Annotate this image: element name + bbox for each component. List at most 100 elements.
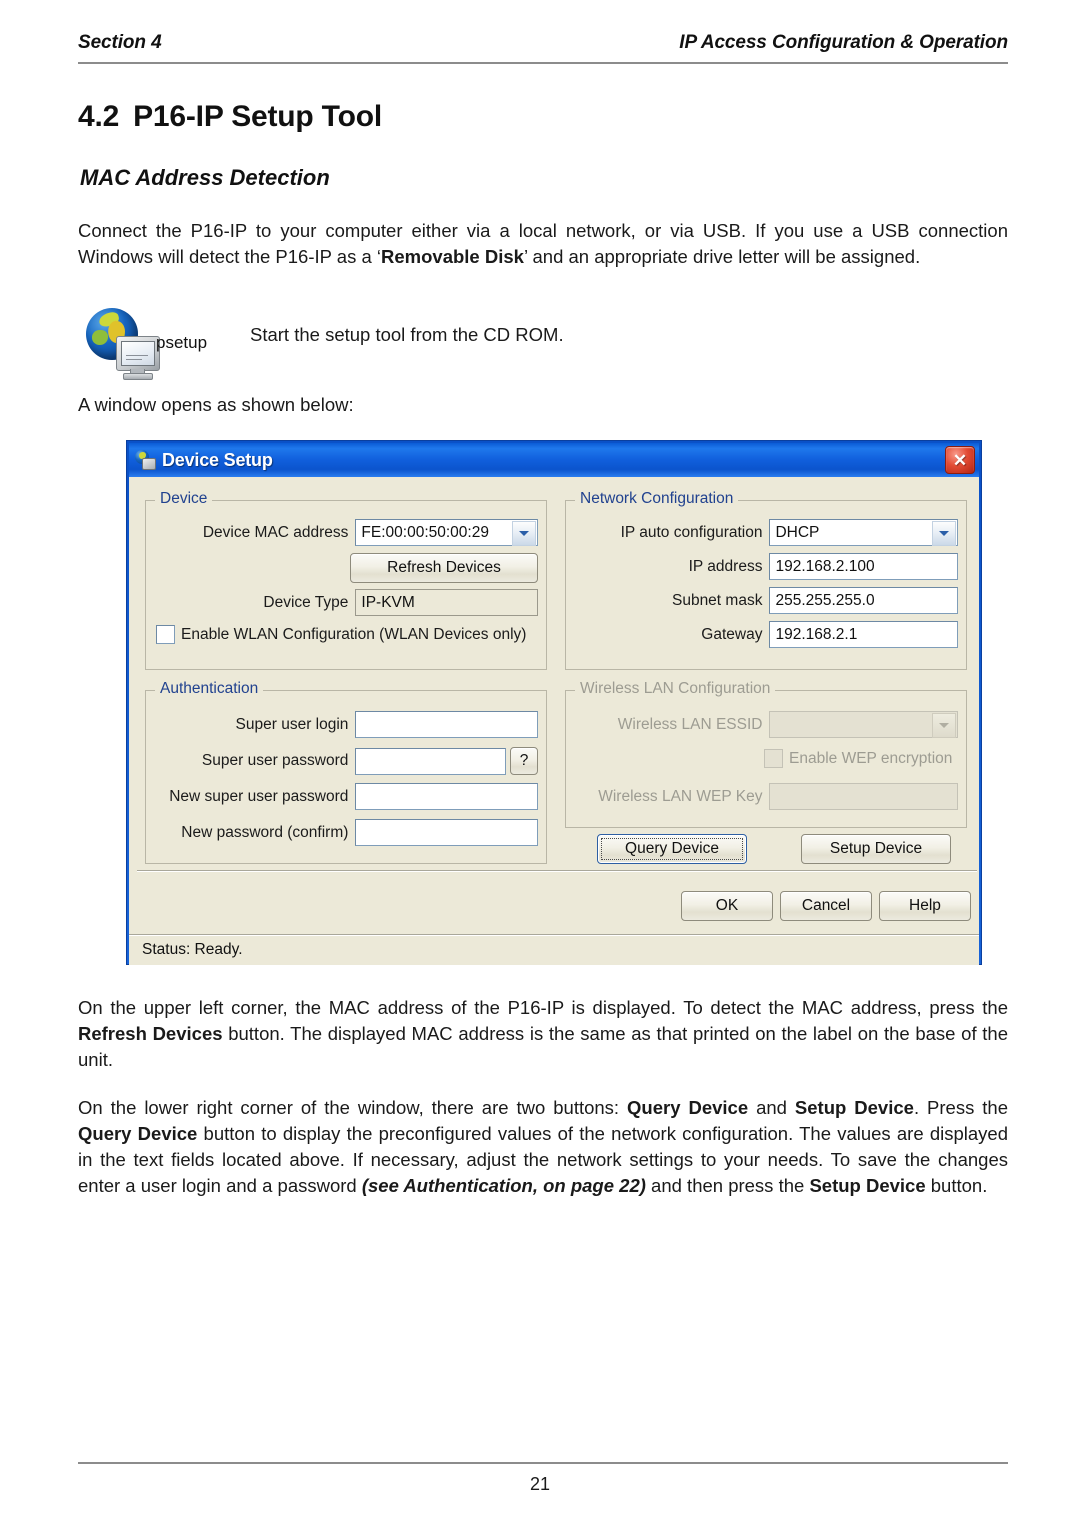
field-row-new-super-user-password: New super user password <box>154 783 538 810</box>
cancel-button[interactable]: Cancel <box>780 891 872 921</box>
setup-device-button[interactable]: Setup Device <box>801 834 951 864</box>
field-row-ip-auto: IP auto configuration DHCP <box>574 519 958 546</box>
footer-rule <box>78 1462 1008 1464</box>
subnet-mask-value: 255.255.255.0 <box>775 591 875 609</box>
label-new-password-confirm: New password (confirm) <box>181 823 349 841</box>
running-head-right: IP Access Configuration & Operation <box>679 32 1008 53</box>
gateway-field[interactable]: 192.168.2.1 <box>769 621 958 648</box>
device-setup-dialog: Device Setup ✕ Device Device MAC address… <box>126 440 982 965</box>
refresh-devices-label: Refresh Devices <box>387 559 501 576</box>
dialog-titlebar[interactable]: Device Setup ✕ <box>129 443 979 477</box>
subnet-mask-field[interactable]: 255.255.255.0 <box>769 587 958 614</box>
checkbox-box <box>764 749 783 768</box>
running-head: Section 4 IP Access Configuration & Oper… <box>78 32 1008 54</box>
field-row-ip-address: IP address 192.168.2.100 <box>574 553 958 580</box>
gateway-value: 192.168.2.1 <box>775 625 858 643</box>
dialog-body: Device Device MAC address FE:00:00:50:00… <box>129 477 979 965</box>
query-device-button[interactable]: Query Device <box>597 834 747 864</box>
ok-label: OK <box>715 897 739 914</box>
paragraph-buttons: On the lower right corner of the window,… <box>78 1095 1008 1199</box>
enable-wlan-checkbox[interactable]: Enable WLAN Configuration (WLAN Devices … <box>156 625 526 644</box>
chevron-down-icon[interactable] <box>512 521 536 546</box>
monitor-screen-line <box>126 355 148 356</box>
psetup-app-icon <box>135 450 156 470</box>
document-page: Section 4 IP Access Configuration & Oper… <box>0 0 1080 1528</box>
field-row-confirm-password: New password (confirm) <box>154 819 538 846</box>
monitor-icon-small <box>142 458 156 470</box>
refresh-devices-button[interactable]: Refresh Devices <box>350 553 538 583</box>
label-super-user-login: Super user login <box>235 715 349 733</box>
wireless-lan-wep-key-input <box>769 783 958 810</box>
label-gateway: Gateway <box>701 625 763 643</box>
password-help-label: ? <box>519 752 529 769</box>
field-row-essid: Wireless LAN ESSID <box>574 711 958 738</box>
close-icon[interactable]: ✕ <box>945 446 975 474</box>
field-row-gateway: Gateway 192.168.2.1 <box>574 621 958 648</box>
label-subnet-mask: Subnet mask <box>671 591 763 609</box>
buttons-text-5: and then press the <box>645 1175 810 1196</box>
globe-landmass <box>92 330 108 345</box>
paragraph-window-opens: A window opens as shown below: <box>78 394 354 415</box>
enable-wep-checkbox: Enable WEP encryption <box>764 749 952 768</box>
label-wireless-lan-essid: Wireless LAN ESSID <box>617 715 763 733</box>
dialog-title: Device Setup <box>162 449 273 470</box>
setup-device-term-2: Setup Device <box>809 1175 926 1196</box>
dialog-separator <box>137 870 977 872</box>
removable-disk-term: Removable Disk <box>381 246 524 267</box>
field-row-super-user-login: Super user login <box>154 711 538 738</box>
help-button[interactable]: Help <box>879 891 971 921</box>
buttons-text-6: button. <box>925 1175 988 1196</box>
ip-auto-config-value: DHCP <box>775 523 820 541</box>
status-text: Status: Ready. <box>142 941 243 958</box>
ip-address-value: 192.168.2.100 <box>775 557 875 575</box>
setup-tool-sentence: Start the setup tool from the CD ROM. <box>250 324 564 345</box>
password-help-button[interactable]: ? <box>510 747 538 775</box>
monitor-icon <box>116 336 161 380</box>
chevron-down-icon[interactable] <box>932 521 956 546</box>
cross-reference-authentication: (see Authentication, on page 22) <box>361 1175 646 1196</box>
paragraph-mac-address: On the upper left corner, the MAC addres… <box>78 995 1008 1073</box>
ok-button[interactable]: OK <box>681 891 773 921</box>
group-authentication: Authentication Super user login Super us… <box>145 680 547 864</box>
running-head-left: Section 4 <box>78 32 162 53</box>
field-row-super-user-password: Super user password ? <box>154 747 538 775</box>
subheading: MAC Address Detection <box>80 165 330 190</box>
group-authentication-legend: Authentication <box>155 680 264 698</box>
group-device-legend: Device <box>155 490 213 508</box>
monitor-base <box>123 373 153 380</box>
field-row-device-type: Device Type IP-KVM <box>154 589 538 616</box>
group-device: Device Device MAC address FE:00:00:50:00… <box>145 490 547 670</box>
psetup-icon-block: psetup Start the setup tool from the CD … <box>84 306 564 384</box>
mac-address-combo[interactable]: FE:00:00:50:00:29 <box>355 519 538 546</box>
page-number: 21 <box>529 1474 551 1494</box>
header-rule <box>78 62 1008 64</box>
label-new-super-user-password: New super user password <box>169 787 349 805</box>
device-type-value: IP-KVM <box>361 593 415 611</box>
help-label: Help <box>909 897 941 914</box>
page-title: 4.2 P16-IP Setup Tool <box>78 100 382 134</box>
new-super-user-password-input[interactable] <box>355 783 538 810</box>
mac-text-1: On the upper left corner, the MAC addres… <box>78 997 1008 1018</box>
group-network-legend: Network Configuration <box>575 490 739 508</box>
query-device-term: Query Device <box>627 1097 749 1118</box>
setup-device-label: Setup Device <box>829 840 923 857</box>
buttons-text-2: and <box>748 1097 795 1118</box>
new-password-confirm-input[interactable] <box>355 819 538 846</box>
ip-address-field[interactable]: 192.168.2.100 <box>769 553 958 580</box>
group-wireless-lan-legend: Wireless LAN Configuration <box>575 680 776 698</box>
monitor-case <box>116 336 160 371</box>
ip-auto-config-combo[interactable]: DHCP <box>769 519 958 546</box>
label-wireless-lan-wep-key: Wireless LAN WEP Key <box>598 787 763 805</box>
status-bar: Status: Ready. <box>129 934 979 965</box>
paragraph-intro: Connect the P16-IP to your computer eith… <box>78 218 1008 270</box>
super-user-password-input[interactable] <box>355 747 507 775</box>
enable-wep-label: Enable WEP encryption <box>789 749 953 767</box>
intro-text-2: ’ and an appropriate drive letter will b… <box>523 246 921 267</box>
psetup-icon-label: psetup <box>156 333 208 352</box>
super-user-login-input[interactable] <box>355 711 538 738</box>
field-row-wep-key: Wireless LAN WEP Key <box>574 783 958 810</box>
group-wireless-lan-configuration: Wireless LAN Configuration Wireless LAN … <box>565 680 967 828</box>
label-ip-auto-config: IP auto configuration <box>620 523 763 541</box>
section-number: 4.2 <box>78 100 120 133</box>
wireless-lan-essid-combo <box>769 711 958 738</box>
